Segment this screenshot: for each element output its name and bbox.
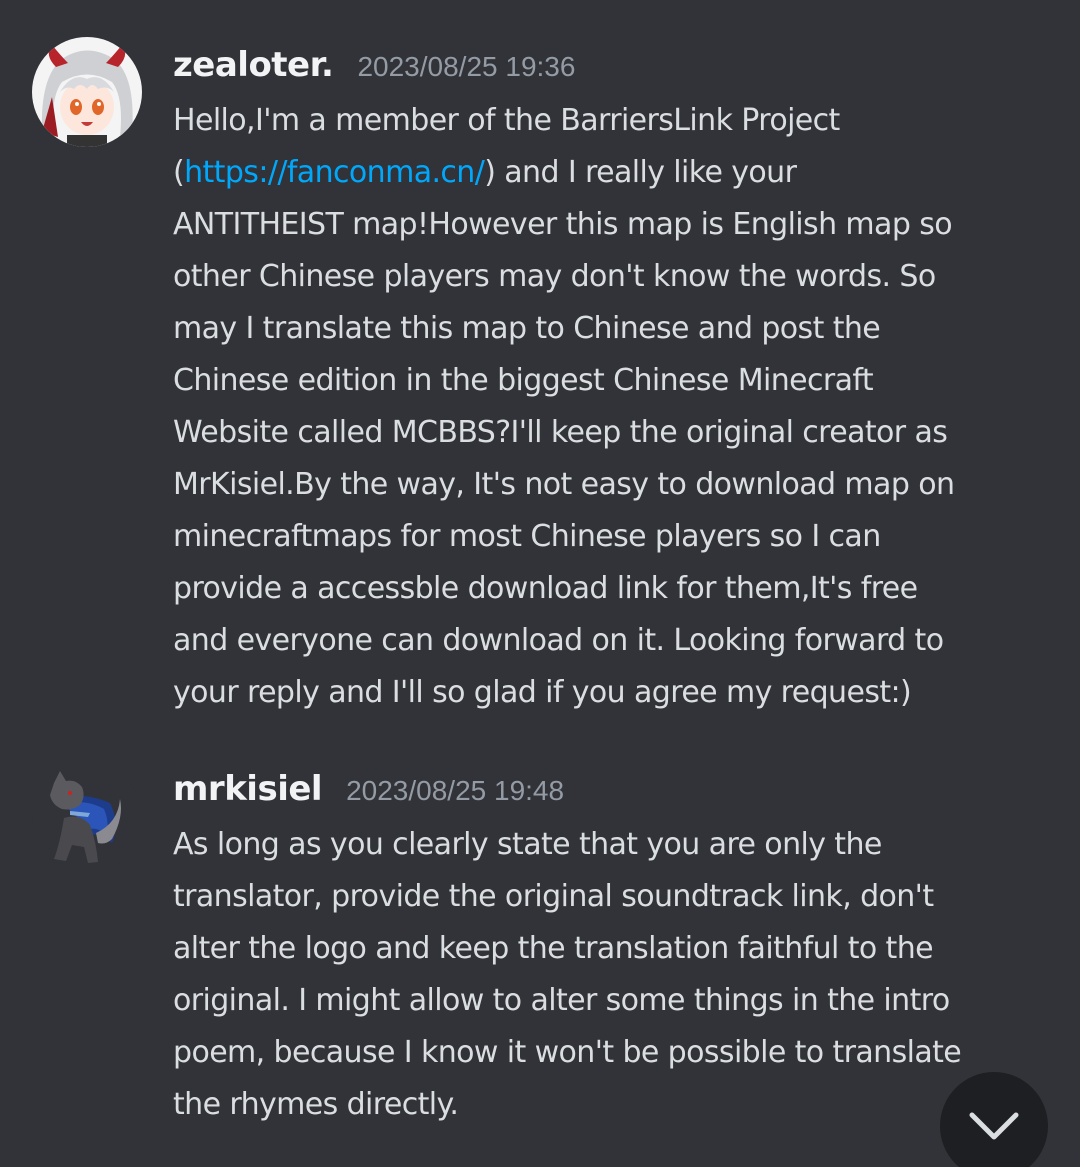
username[interactable]: zealoter. xyxy=(173,45,334,85)
message-content: Hello,I'm a member of the BarriersLink P… xyxy=(173,95,1043,719)
message-line: Website called MCBBS?I'll keep the origi… xyxy=(173,415,948,450)
message-line: original. I might allow to alter some th… xyxy=(173,983,950,1018)
message-header: mrkisiel 2023/08/25 19:48 xyxy=(173,769,564,819)
message-content: As long as you clearly state that you ar… xyxy=(173,819,1043,1131)
wolf-avatar-icon[interactable] xyxy=(32,763,142,873)
message-line: translator, provide the original soundtr… xyxy=(173,879,934,914)
message-line: provide a accessble download link for th… xyxy=(173,571,918,606)
message-line: the rhymes directly. xyxy=(173,1087,459,1122)
message-line: ANTITHEIST map!However this map is Engli… xyxy=(173,207,953,242)
message-line: poem, because I know it won't be possibl… xyxy=(173,1035,962,1070)
message-line: (https://fanconma.cn/) and I really like… xyxy=(173,147,1043,199)
anime-girl-avatar-icon[interactable] xyxy=(32,37,142,147)
message-line: MrKisiel.By the way, It's not easy to do… xyxy=(173,467,955,502)
message-line: minecraftmaps for most Chinese players s… xyxy=(173,519,881,554)
message-line: As long as you clearly state that you ar… xyxy=(173,827,882,862)
message-link[interactable]: https://fanconma.cn/ xyxy=(184,155,485,190)
message-line: may I translate this map to Chinese and … xyxy=(173,311,881,346)
timestamp: 2023/08/25 19:36 xyxy=(357,51,576,82)
chevron-down-icon xyxy=(969,1112,1019,1140)
message-line: alter the logo and keep the translation … xyxy=(173,931,934,966)
message-line: your reply and I'll so glad if you agree… xyxy=(173,675,912,710)
text-fragment: ) and I really like your xyxy=(484,155,797,190)
message-header: zealoter. 2023/08/25 19:36 xyxy=(173,45,575,95)
message-line: Chinese edition in the biggest Chinese M… xyxy=(173,363,874,398)
message-line: and everyone can download on it. Looking… xyxy=(173,623,944,658)
text-fragment: ( xyxy=(173,155,185,190)
username[interactable]: mrkisiel xyxy=(173,769,323,809)
timestamp: 2023/08/25 19:48 xyxy=(346,775,565,806)
message-line: other Chinese players may don't know the… xyxy=(173,259,936,294)
message-line: Hello,I'm a member of the BarriersLink P… xyxy=(173,103,840,138)
